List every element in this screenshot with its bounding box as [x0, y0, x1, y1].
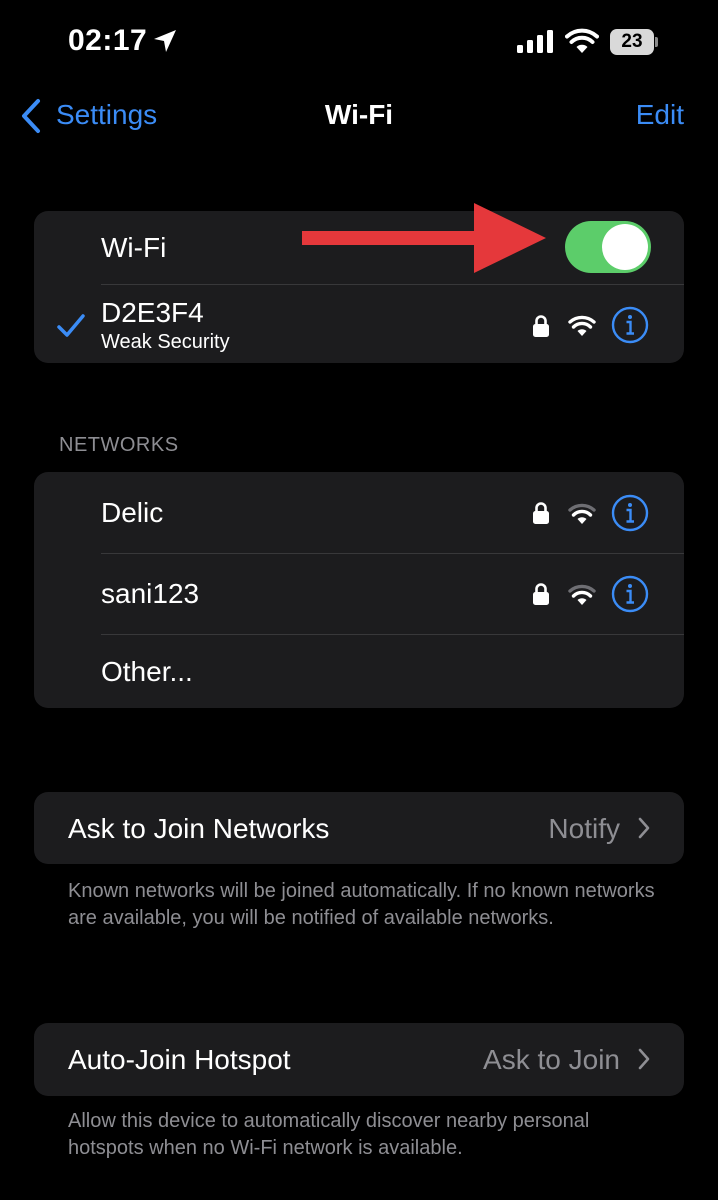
network-name[interactable]: sani123: [101, 578, 199, 610]
checkmark-icon: [57, 314, 85, 337]
wifi-signal-icon: [568, 315, 596, 336]
auto-join-hotspot-value: Ask to Join: [483, 1044, 620, 1075]
wifi-signal-icon: [568, 503, 596, 524]
chevron-right-icon: [638, 817, 650, 839]
status-time: 02:17: [68, 24, 148, 57]
auto-join-hotspot-label: Auto-Join Hotspot: [68, 1044, 291, 1075]
wifi-signal-icon: [568, 584, 596, 605]
lock-icon: [533, 583, 549, 605]
auto-join-hotspot-footnote: Allow this device to automatically disco…: [68, 1110, 590, 1159]
red-arrow-annotation: [302, 203, 546, 273]
connected-network-security: Weak Security: [101, 331, 230, 353]
other-network-button[interactable]: Other...: [101, 656, 193, 688]
lock-icon: [533, 315, 549, 337]
wifi-toggle-label: Wi-Fi: [101, 232, 167, 263]
info-icon[interactable]: [611, 306, 649, 344]
location-arrow-icon: [154, 30, 176, 52]
edit-button[interactable]: Edit: [636, 99, 684, 131]
ask-to-join-value: Notify: [548, 813, 620, 844]
ask-to-join-label: Ask to Join Networks: [68, 813, 330, 844]
networks-card: Delic sani123 Other...: [34, 472, 684, 708]
toggle-knob: [602, 224, 648, 270]
wifi-signal-icon: [565, 28, 599, 53]
connected-network-name[interactable]: D2E3F4: [101, 297, 204, 329]
cellular-signal-icon: [517, 30, 553, 53]
battery-icon: 23: [610, 29, 658, 55]
page-title: Wi-Fi: [324, 99, 394, 130]
wifi-toggle[interactable]: [565, 221, 651, 273]
info-icon[interactable]: [611, 494, 649, 532]
networks-section-header: NETWORKS: [59, 434, 179, 456]
ask-to-join-row[interactable]: Ask to Join Networks Notify: [34, 792, 684, 864]
battery-level: 23: [610, 29, 654, 55]
lock-icon: [533, 502, 549, 524]
info-icon[interactable]: [611, 575, 649, 613]
chevron-right-icon: [638, 1048, 650, 1070]
auto-join-hotspot-row[interactable]: Auto-Join Hotspot Ask to Join: [34, 1023, 684, 1096]
ask-to-join-footnote: Known networks will be joined automatica…: [68, 880, 655, 929]
network-name[interactable]: Delic: [101, 497, 163, 529]
